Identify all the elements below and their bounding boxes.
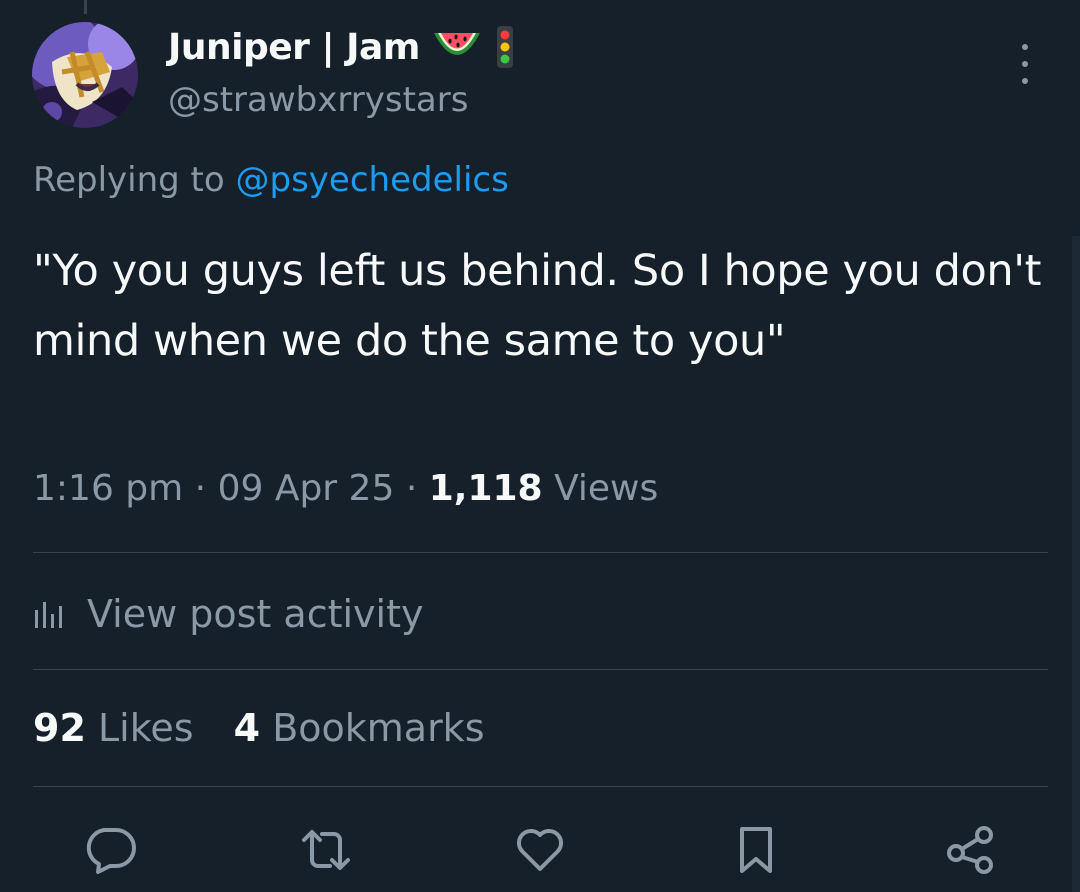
bookmark-button[interactable] [726,820,786,880]
bookmarks-stat[interactable]: 4 Bookmarks [234,706,485,750]
watermelon-emoji [432,27,482,67]
replying-to: Replying to @psyechedelics [33,160,509,200]
bookmarks-label: Bookmarks [272,706,485,750]
meta-separator: · [194,468,207,509]
bookmark-icon [736,825,776,875]
action-bar [0,820,1080,880]
retweet-icon [298,828,354,872]
view-post-activity-button[interactable]: View post activity [33,586,423,642]
like-icon [514,827,566,873]
share-icon [944,825,996,875]
more-options-button[interactable] [1010,44,1040,84]
more-dot [1022,44,1028,50]
engagement-stats: 92 Likes 4 Bookmarks [33,706,513,750]
display-name[interactable]: Juniper | Jam [168,27,420,68]
views-label: Views [554,468,659,509]
thread-line [84,0,87,14]
retweet-button[interactable] [296,820,356,880]
divider [33,786,1048,787]
traffic-light-emoji [494,24,516,70]
avatar[interactable] [32,22,138,128]
reply-mention-link[interactable]: @psyechedelics [236,160,509,200]
divider [33,669,1048,670]
divider [33,552,1048,553]
tweet-text: "Yo you guys left us behind. So I hope y… [33,246,1042,366]
likes-count: 92 [33,706,86,750]
bar-chart-icon [33,598,65,630]
meta-separator: · [405,468,418,509]
view-post-activity-label: View post activity [87,592,424,636]
scroll-edge [1072,236,1080,892]
likes-label: Likes [97,706,194,750]
likes-stat[interactable]: 92 Likes [33,706,206,750]
tweet-time[interactable]: 1:16 pm [33,468,183,509]
tweet-meta: 1:16 pm · 09 Apr 25 · 1,118 Views [33,468,658,509]
views-count: 1,118 [428,468,543,509]
bookmarks-count: 4 [233,706,261,750]
more-dot [1022,78,1028,84]
more-dot [1022,61,1028,67]
replying-prefix: Replying to [33,160,225,200]
share-button[interactable] [940,820,1000,880]
author-handle[interactable]: @strawbxrrystars [168,80,468,120]
like-button[interactable] [510,820,570,880]
tweet-date[interactable]: 09 Apr 25 [218,468,395,509]
display-name-row: Juniper | Jam [168,22,516,72]
reply-button[interactable] [80,820,140,880]
reply-icon [84,826,136,874]
